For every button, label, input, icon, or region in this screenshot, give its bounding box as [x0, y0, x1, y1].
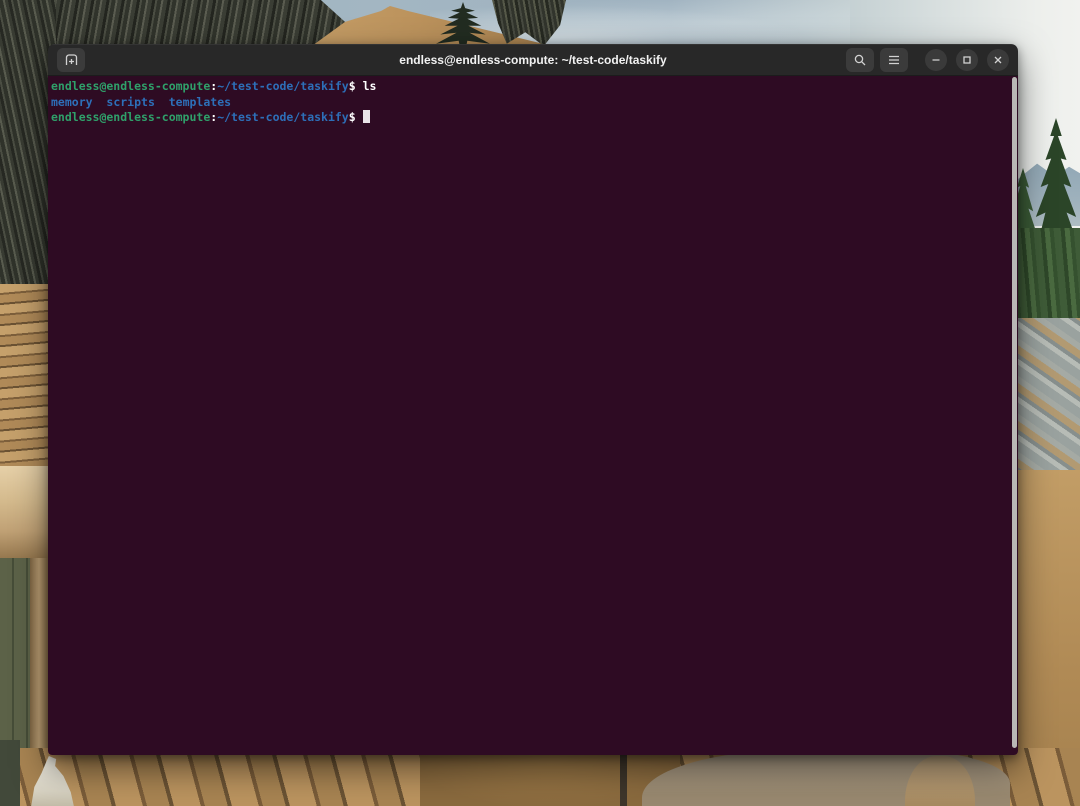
new-tab-button[interactable] [57, 48, 85, 72]
minimize-icon [930, 54, 942, 66]
menu-button[interactable] [880, 48, 908, 72]
tab-new-icon [64, 52, 79, 67]
terminal-window: endless@endless-compute: ~/test-code/tas… [48, 44, 1018, 755]
maximize-button[interactable] [956, 49, 978, 71]
terminal-output: endless@endless-compute:~/test-code/task… [51, 79, 1008, 126]
minimize-button[interactable] [925, 49, 947, 71]
terminal-line: endless@endless-compute:~/test-code/task… [51, 79, 1008, 95]
terminal-text-segment: ~/test-code/taskify [217, 110, 349, 124]
terminal-text-segment: endless@endless-compute [51, 79, 210, 93]
terminal-text-segment: ls [363, 79, 377, 93]
wallpaper-wood-post [30, 558, 50, 754]
terminal-line: memory scripts templates [51, 95, 1008, 111]
maximize-icon [961, 54, 973, 66]
close-icon [992, 54, 1004, 66]
terminal-text-segment: templates [169, 95, 231, 109]
menu-icon [887, 53, 901, 67]
terminal-text-segment [155, 95, 169, 109]
wallpaper-pole [620, 748, 627, 806]
terminal-viewport[interactable]: endless@endless-compute:~/test-code/task… [48, 76, 1018, 755]
window-title: endless@endless-compute: ~/test-code/tas… [399, 53, 666, 67]
wallpaper-shingle-corner [0, 740, 20, 806]
desktop: endless@endless-compute: ~/test-code/tas… [0, 0, 1080, 806]
terminal-text-segment: $ [349, 79, 363, 93]
search-icon [853, 53, 867, 67]
wallpaper-sandy-ground [420, 752, 680, 806]
terminal-text-segment: scripts [106, 95, 154, 109]
search-button[interactable] [846, 48, 874, 72]
terminal-line: endless@endless-compute:~/test-code/task… [51, 110, 1008, 126]
terminal-text-segment: ~/test-code/taskify [217, 79, 349, 93]
wallpaper-wood-shingles [0, 284, 54, 476]
terminal-text-segment [93, 95, 107, 109]
terminal-cursor [363, 110, 370, 123]
close-button[interactable] [987, 49, 1009, 71]
terminal-text-segment: $ [349, 110, 363, 124]
window-titlebar[interactable]: endless@endless-compute: ~/test-code/tas… [48, 44, 1018, 76]
terminal-scrollbar[interactable] [1012, 77, 1017, 748]
terminal-text-segment: memory [51, 95, 93, 109]
terminal-text-segment: endless@endless-compute [51, 110, 210, 124]
